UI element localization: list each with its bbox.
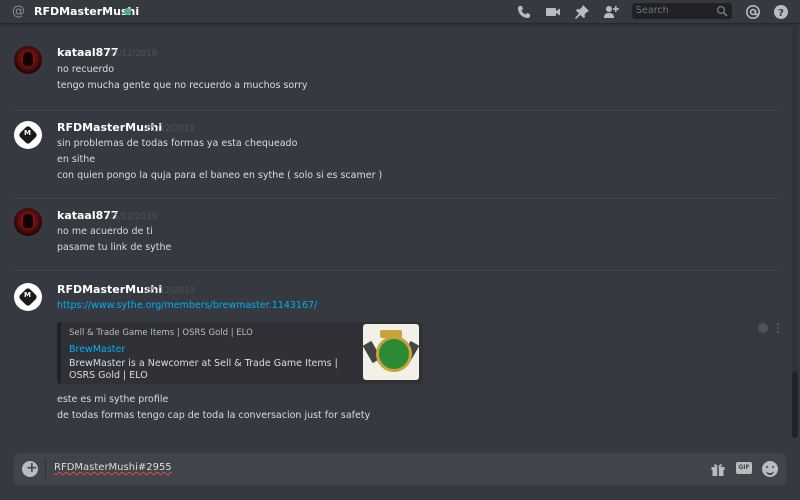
add-icon[interactable] xyxy=(22,460,38,477)
message-text: pasame tu link de sythe xyxy=(57,242,172,253)
message-text: de todas formas tengo cap de toda la con… xyxy=(57,410,371,421)
add-friend-icon[interactable] xyxy=(603,4,619,20)
gif-icon[interactable]: GIF xyxy=(736,462,752,474)
search-placeholder: Search xyxy=(636,5,669,16)
embed-thumbnail[interactable] xyxy=(362,324,420,380)
message-list: kataal877 05/12/2019 no recuerdo tengo m… xyxy=(0,24,790,444)
message-text: con quien pongo la quja para el baneo en… xyxy=(57,170,383,181)
call-icon[interactable] xyxy=(516,4,532,20)
message-timestamp: 05/12/2019 xyxy=(108,212,157,222)
composer-separator xyxy=(45,459,46,479)
message-text: sin problemas de todas formas ya esta ch… xyxy=(57,138,298,149)
avatar[interactable] xyxy=(14,208,42,236)
message-timestamp: 05/12/2019 xyxy=(108,49,157,59)
message-text: tengo mucha gente que no recuerdo a much… xyxy=(57,80,308,91)
svg-text:?: ? xyxy=(778,8,784,19)
link-embed: Sell & Trade Game Items | OSRS Gold | EL… xyxy=(57,322,423,384)
message-timestamp: 05/12/2019 xyxy=(146,286,195,296)
gift-icon[interactable] xyxy=(710,461,726,477)
message-input[interactable]: RFDMasterMushi#2955 xyxy=(54,462,172,473)
video-icon[interactable] xyxy=(545,4,561,20)
at-icon: @ xyxy=(12,4,25,19)
message-timestamp: 05/12/2019 xyxy=(146,124,195,134)
scrollbar-thumb[interactable] xyxy=(792,372,798,438)
message-text: en sithe xyxy=(57,154,96,165)
embed-provider[interactable]: Sell & Trade Game Items | OSRS Gold | EL… xyxy=(69,328,253,338)
mention-icon[interactable] xyxy=(745,4,761,20)
online-status-icon xyxy=(124,8,131,15)
avatar[interactable]: M xyxy=(14,121,42,149)
pin-icon[interactable] xyxy=(574,4,590,20)
avatar[interactable]: M xyxy=(14,283,42,311)
message-link[interactable]: https://www.sythe.org/members/brewmaster… xyxy=(57,300,317,311)
embed-title[interactable]: BrewMaster xyxy=(69,344,125,355)
embed-description: BrewMaster is a Newcomer at Sell & Trade… xyxy=(69,358,338,381)
avatar[interactable] xyxy=(14,46,42,74)
message-text: no recuerdo xyxy=(57,64,115,75)
message-text: este es mi sythe profile xyxy=(57,394,169,405)
emoji-icon[interactable] xyxy=(762,461,778,477)
help-icon[interactable]: ? xyxy=(773,4,789,20)
message-composer[interactable]: RFDMasterMushi#2955 GIF xyxy=(14,453,786,485)
search-icon xyxy=(716,5,728,17)
search-input[interactable]: Search xyxy=(632,3,732,19)
divider xyxy=(14,110,780,111)
divider xyxy=(14,270,780,271)
title-bar: @ RFDMasterMushi Search ? xyxy=(0,0,800,24)
divider xyxy=(14,198,780,199)
message-text: no me acuerdo de ti xyxy=(57,226,153,237)
add-reaction-icon[interactable] xyxy=(756,321,786,335)
